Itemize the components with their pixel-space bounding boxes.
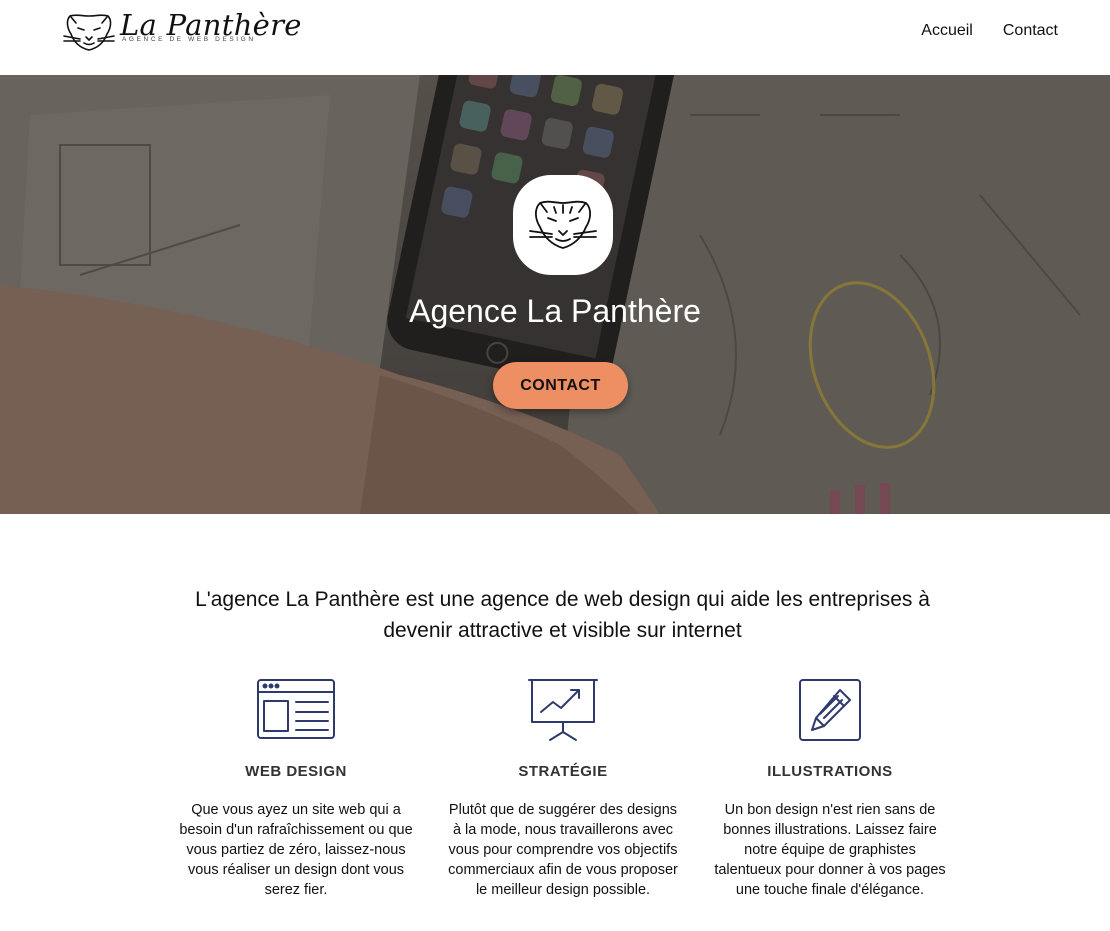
feature-description: Plutôt que de suggérer des designs à la … (448, 802, 678, 898)
site-header: La Panthère AGENCE DE WEB DESIGN Accueil… (0, 0, 1110, 75)
panther-logo-icon (63, 14, 115, 51)
feature-title: STRATÉGIE (518, 763, 608, 780)
contact-button[interactable]: CONTACT (493, 362, 628, 409)
browser-layout-icon (257, 679, 335, 739)
pencil-edit-icon (799, 679, 861, 741)
presentation-chart-icon (528, 679, 598, 741)
site-logo[interactable]: La Panthère AGENCE DE WEB DESIGN (62, 8, 301, 54)
hero-title: Agence La Panthère (409, 293, 701, 329)
feature-title: WEB DESIGN (245, 763, 347, 780)
main-nav: Accueil Contact (921, 22, 1058, 40)
logo-subtitle: AGENCE DE WEB DESIGN (122, 36, 256, 43)
feature-title: ILLUSTRATIONS (767, 763, 893, 780)
hero-section: Agence La Panthère CONTACT (0, 75, 1110, 514)
feature-strategie: STRATÉGIE Plutôt que de suggérer des des… (443, 676, 683, 900)
nav-link-accueil[interactable]: Accueil (921, 22, 973, 40)
feature-description: Un bon design n'est rien sans de bonnes … (714, 802, 946, 898)
hero-badge (513, 175, 613, 275)
feature-illustrations: ILLUSTRATIONS Un bon design n'est rien s… (710, 676, 950, 900)
nav-link-contact[interactable]: Contact (1003, 22, 1058, 40)
feature-web-design: WEB DESIGN Que vous ayez un site web qui… (176, 676, 416, 900)
intro-text: L'agence La Panthère est une agence de w… (195, 588, 930, 642)
panther-head-icon (529, 200, 597, 249)
feature-description: Que vous ayez un site web qui a besoin d… (179, 802, 413, 898)
